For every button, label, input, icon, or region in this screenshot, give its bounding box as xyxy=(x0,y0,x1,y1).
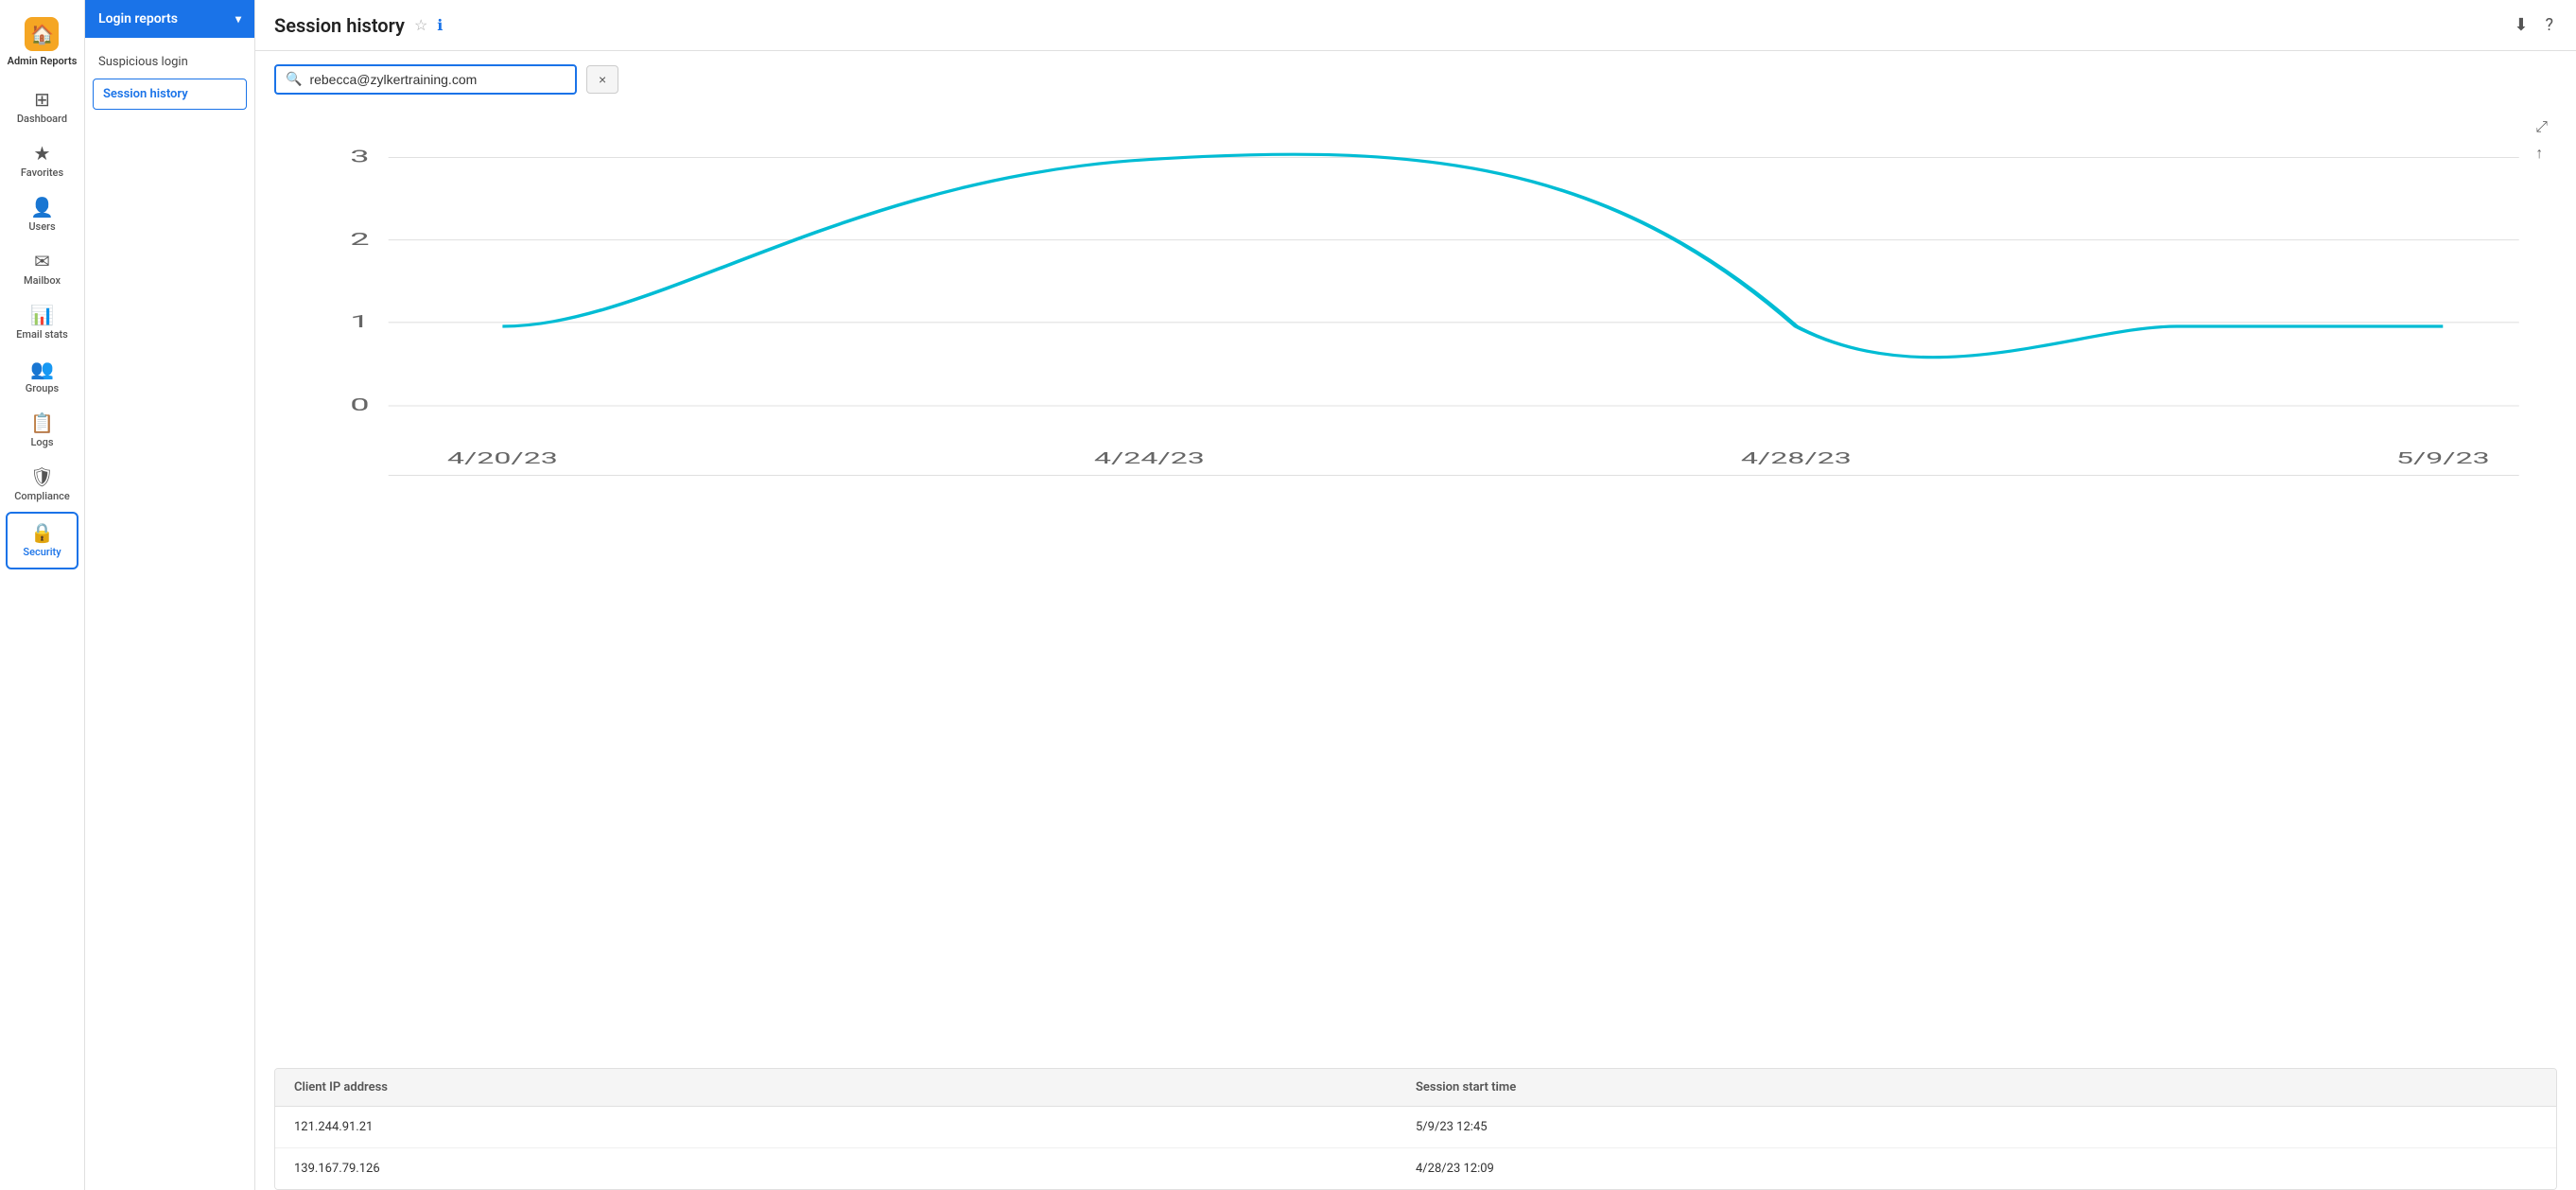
compliance-icon: 🛡 xyxy=(30,467,54,486)
sidebar-label-groups: Groups xyxy=(26,382,59,394)
svg-text:5/9/23: 5/9/23 xyxy=(2396,449,2490,468)
chevron-down-icon: ▾ xyxy=(235,12,241,26)
chart-controls: ⤢ ↑ xyxy=(2535,117,2548,163)
sidebar-label-security: Security xyxy=(23,546,61,558)
sidebar-label-mailbox: Mailbox xyxy=(24,274,61,287)
main-content: Session history ☆ ℹ ⬇ ? 🔍 × 3 2 xyxy=(255,0,2576,1190)
sidebar-item-favorites[interactable]: ★ Favorites xyxy=(0,134,84,188)
svg-text:4/20/23: 4/20/23 xyxy=(447,449,558,468)
sidebar-label-compliance: Compliance xyxy=(14,490,69,502)
search-icon: 🔍 xyxy=(286,72,302,87)
sidebar-item-users[interactable]: 👤 Users xyxy=(0,188,84,242)
export-chart-icon[interactable]: ↑ xyxy=(2535,144,2548,163)
info-icon[interactable]: ℹ xyxy=(437,16,443,34)
svg-text:4/28/23: 4/28/23 xyxy=(1741,449,1852,468)
topbar: Session history ☆ ℹ ⬇ ? xyxy=(255,0,2576,51)
table-row: 121.244.91.21 5/9/23 12:45 xyxy=(275,1107,2556,1148)
row-ip-1: 121.244.91.21 xyxy=(294,1120,1416,1134)
sidebar-item-logs[interactable]: 📋 Logs xyxy=(0,404,84,458)
sidebar-item-security[interactable]: 🔒 Security xyxy=(6,512,78,569)
page-title: Session history xyxy=(274,14,405,37)
svg-text:2: 2 xyxy=(350,229,369,250)
col-header-ip: Client IP address xyxy=(294,1080,1416,1094)
session-chart: 3 2 1 0 4/20/23 4/24/23 4/28/23 5/9/23 xyxy=(274,108,2557,505)
sidebar: 🏠 Admin Reports ⊞ Dashboard ★ Favorites … xyxy=(0,0,85,1190)
search-area: 🔍 × xyxy=(255,51,2576,108)
sidebar-label-users: Users xyxy=(28,220,55,233)
search-box: 🔍 xyxy=(274,64,577,95)
favorite-star-icon[interactable]: ☆ xyxy=(414,16,427,34)
chart-container: 3 2 1 0 4/20/23 4/24/23 4/28/23 5/9/23 ⤢… xyxy=(274,108,2557,505)
chart-area: 3 2 1 0 4/20/23 4/24/23 4/28/23 5/9/23 ⤢… xyxy=(255,108,2576,1068)
svg-text:1: 1 xyxy=(350,311,369,332)
app-logo[interactable]: 🏠 Admin Reports xyxy=(8,8,78,80)
users-icon: 👤 xyxy=(30,198,54,217)
table-header: Client IP address Session start time xyxy=(275,1069,2556,1107)
email-stats-icon: 📊 xyxy=(30,306,54,324)
table-row: 139.167.79.126 4/28/23 12:09 xyxy=(275,1148,2556,1189)
favorites-icon: ★ xyxy=(34,144,51,163)
sidebar-label-logs: Logs xyxy=(30,436,53,448)
row-time-1: 5/9/23 12:45 xyxy=(1416,1120,2537,1134)
logo-icon: 🏠 xyxy=(25,17,59,51)
sidebar-item-mailbox[interactable]: ✉ Mailbox xyxy=(0,242,84,296)
sidebar-item-groups[interactable]: 👥 Groups xyxy=(0,350,84,404)
download-icon[interactable]: ⬇ xyxy=(2510,11,2532,39)
expand-chart-icon[interactable]: ⤢ xyxy=(2535,117,2548,136)
security-icon: 🔒 xyxy=(30,523,54,542)
sidebar-item-dashboard[interactable]: ⊞ Dashboard xyxy=(0,80,84,134)
mailbox-icon: ✉ xyxy=(34,252,50,271)
search-input[interactable] xyxy=(309,72,566,87)
row-time-2: 4/28/23 12:09 xyxy=(1416,1162,2537,1176)
app-title: Admin Reports xyxy=(8,55,78,67)
sidebar-item-compliance[interactable]: 🛡 Compliance xyxy=(0,458,84,512)
second-panel-items: Suspicious login Session history xyxy=(85,38,254,117)
help-icon[interactable]: ? xyxy=(2541,11,2557,39)
suspicious-login-label: Suspicious login xyxy=(98,55,188,69)
clear-search-button[interactable]: × xyxy=(586,65,618,94)
sidebar-label-favorites: Favorites xyxy=(21,166,63,179)
sidebar-label-email-stats: Email stats xyxy=(16,328,68,341)
dashboard-icon: ⊞ xyxy=(34,90,50,109)
groups-icon: 👥 xyxy=(30,359,54,378)
suspicious-login-item[interactable]: Suspicious login xyxy=(85,45,254,79)
sidebar-item-email-stats[interactable]: 📊 Email stats xyxy=(0,296,84,350)
session-history-label: Session history xyxy=(103,87,188,101)
session-table: Client IP address Session start time 121… xyxy=(274,1068,2557,1190)
sidebar-label-dashboard: Dashboard xyxy=(17,113,67,125)
col-header-time: Session start time xyxy=(1416,1080,2537,1094)
row-ip-2: 139.167.79.126 xyxy=(294,1162,1416,1176)
session-history-item[interactable]: Session history xyxy=(93,79,247,110)
svg-text:0: 0 xyxy=(350,394,369,415)
logs-icon: 📋 xyxy=(30,413,54,432)
svg-text:4/24/23: 4/24/23 xyxy=(1094,449,1205,468)
login-reports-header[interactable]: Login reports ▾ xyxy=(85,0,254,38)
svg-text:3: 3 xyxy=(350,147,369,167)
second-panel: Login reports ▾ Suspicious login Session… xyxy=(85,0,255,1190)
login-reports-label: Login reports xyxy=(98,11,178,26)
